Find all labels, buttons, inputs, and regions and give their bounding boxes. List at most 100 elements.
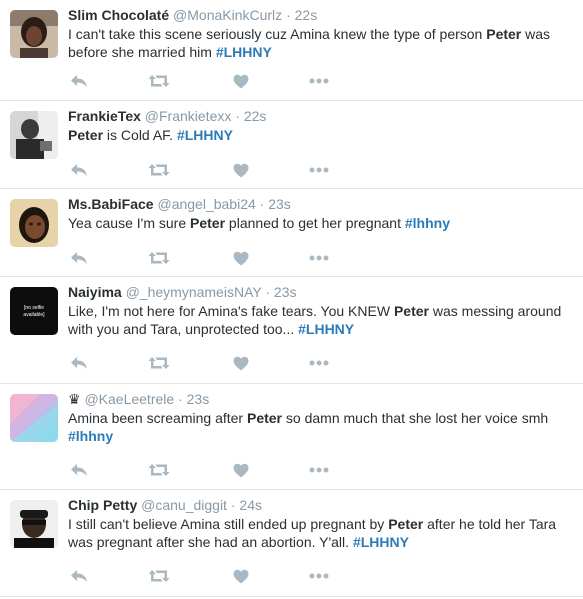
tweet[interactable]: Chip Petty @canu_diggit · 24s I still ca… <box>0 490 583 597</box>
highlighted-term: Peter <box>393 303 429 319</box>
tweet-header: Ms.BabiFace @angel_babi24 · 23s <box>68 195 575 213</box>
separator-dot: · <box>259 196 265 212</box>
tweet-header: Naiyima @_heymynameisNAY · 23s <box>68 283 575 301</box>
reply-icon <box>71 464 87 476</box>
tweet-actions <box>68 566 368 586</box>
heart-icon <box>233 569 249 583</box>
timestamp[interactable]: 24s <box>239 497 262 513</box>
heart-icon <box>233 74 249 88</box>
more-button[interactable] <box>308 460 330 480</box>
heart-icon <box>233 356 249 370</box>
tweet[interactable]: Ms.BabiFace @angel_babi24 · 23s Yea caus… <box>0 189 583 277</box>
like-button[interactable] <box>230 248 252 268</box>
tweet[interactable]: [no selfie available] Naiyima @_heymynam… <box>0 277 583 384</box>
retweet-button[interactable] <box>148 460 170 480</box>
like-button[interactable] <box>230 71 252 91</box>
more-button[interactable] <box>308 248 330 268</box>
hashtag-link[interactable]: #LHHNY <box>216 44 272 60</box>
tweet-feed: Slim Chocolaté @MonaKinkCurlz · 22s I ca… <box>0 0 583 597</box>
reply-icon <box>71 164 87 176</box>
more-button[interactable] <box>308 71 330 91</box>
like-button[interactable] <box>230 160 252 180</box>
avatar[interactable] <box>10 111 58 159</box>
highlighted-term: Peter <box>68 127 104 143</box>
timestamp[interactable]: 22s <box>295 7 318 23</box>
reply-button[interactable] <box>68 353 90 373</box>
more-button[interactable] <box>308 160 330 180</box>
fullname[interactable]: FrankieTex <box>68 108 141 124</box>
timestamp[interactable]: 23s <box>187 391 210 407</box>
retweet-button[interactable] <box>148 566 170 586</box>
like-button[interactable] <box>230 566 252 586</box>
username[interactable]: @Frankietexx <box>145 108 232 124</box>
hashtag-link[interactable]: #LHHNY <box>177 127 233 143</box>
fullname[interactable]: Ms.BabiFace <box>68 196 154 212</box>
avatar[interactable] <box>10 199 58 247</box>
tweet-text: Yea cause I'm sure Peter planned to get … <box>68 214 575 232</box>
like-button[interactable] <box>230 353 252 373</box>
tweet-text: Amina been screaming after Peter so damn… <box>68 409 575 445</box>
heart-icon <box>233 463 249 477</box>
highlighted-term: Peter <box>190 215 226 231</box>
reply-button[interactable] <box>68 460 90 480</box>
username[interactable]: @angel_babi24 <box>157 196 255 212</box>
reply-button[interactable] <box>68 71 90 91</box>
tweet[interactable]: Slim Chocolaté @MonaKinkCurlz · 22s I ca… <box>0 0 583 101</box>
hashtag-link[interactable]: #lhhny <box>68 428 113 444</box>
avatar-caption: [no selfie <box>24 305 44 311</box>
text-segment: I can't take this scene seriously cuz Am… <box>68 26 487 42</box>
more-button[interactable] <box>308 353 330 373</box>
retweet-button[interactable] <box>148 353 170 373</box>
text-segment: Amina been screaming after <box>68 410 247 426</box>
fullname[interactable]: Naiyima <box>68 284 122 300</box>
tweet-actions <box>68 248 368 268</box>
fullname[interactable]: Chip Petty <box>68 497 137 513</box>
retweet-icon <box>148 252 170 264</box>
more-icon <box>309 167 329 173</box>
text-segment: I still can't believe Amina still ended … <box>68 516 389 532</box>
reply-button[interactable] <box>68 160 90 180</box>
like-button[interactable] <box>230 460 252 480</box>
heart-icon <box>233 163 249 177</box>
text-segment: Like, I'm not here for Amina's fake tear… <box>68 303 394 319</box>
retweet-icon <box>148 357 170 369</box>
username[interactable]: @canu_diggit <box>141 497 227 513</box>
more-icon <box>309 573 329 579</box>
timestamp[interactable]: 23s <box>274 284 297 300</box>
reply-icon <box>71 357 87 369</box>
reply-button[interactable] <box>68 566 90 586</box>
highlighted-term: Peter <box>388 516 424 532</box>
fullname[interactable]: ♛ <box>68 391 81 407</box>
text-segment: planned to get her pregnant <box>225 215 405 231</box>
avatar[interactable] <box>10 394 58 442</box>
avatar[interactable] <box>10 500 58 548</box>
tweet[interactable]: ♛ @KaeLeetrele · 23s Amina been screamin… <box>0 384 583 490</box>
avatar[interactable] <box>10 10 58 58</box>
text-segment: so damn much that she lost her voice smh <box>282 410 549 426</box>
separator-dot: · <box>265 284 271 300</box>
more-icon <box>309 255 329 261</box>
more-button[interactable] <box>308 566 330 586</box>
separator-dot: · <box>235 108 240 124</box>
username[interactable]: @_heymynameisNAY <box>126 284 262 300</box>
retweet-icon <box>148 75 170 87</box>
hashtag-link[interactable]: #LHHNY <box>353 534 409 550</box>
reply-icon <box>71 570 87 582</box>
reply-button[interactable] <box>68 248 90 268</box>
username[interactable]: @MonaKinkCurlz <box>173 7 282 23</box>
username[interactable]: @KaeLeetrele <box>84 391 174 407</box>
tweet-text: Peter is Cold AF. #LHHNY <box>68 126 575 144</box>
text-segment: Yea cause I'm sure <box>68 215 191 231</box>
retweet-icon <box>148 464 170 476</box>
timestamp[interactable]: 22s <box>244 108 267 124</box>
retweet-button[interactable] <box>148 160 170 180</box>
retweet-button[interactable] <box>148 248 170 268</box>
fullname[interactable]: Slim Chocolaté <box>68 7 169 23</box>
retweet-button[interactable] <box>148 71 170 91</box>
hashtag-link[interactable]: #lhhny <box>405 215 450 231</box>
hashtag-link[interactable]: #LHHNY <box>298 321 354 337</box>
tweet[interactable]: FrankieTex @Frankietexx · 22s Peter is C… <box>0 101 583 189</box>
more-icon <box>309 360 329 366</box>
timestamp[interactable]: 23s <box>268 196 291 212</box>
avatar[interactable]: [no selfie available] <box>10 287 58 335</box>
